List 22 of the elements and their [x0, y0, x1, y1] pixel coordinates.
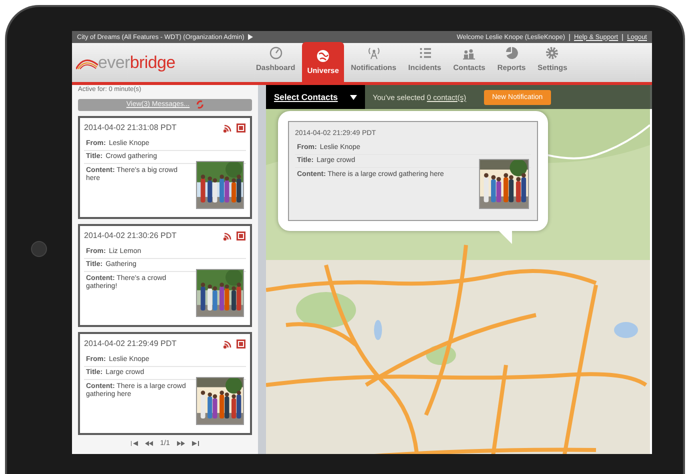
broadcast-icon: [223, 122, 233, 132]
broadcast-icon: [223, 230, 233, 240]
panel-splitter[interactable]: [258, 85, 266, 454]
message-time: 2014-04-02 21:29:49 PDT: [84, 339, 177, 348]
list-icon: [418, 46, 432, 60]
previous-page-icon: [145, 440, 154, 446]
people-icon: [462, 46, 476, 60]
next-page-icon: [176, 440, 185, 446]
antenna-icon: [366, 46, 381, 60]
first-page-icon: [131, 440, 138, 446]
message-time: 2014-04-02 21:30:26 PDT: [84, 231, 177, 240]
globe-icon: [316, 49, 330, 63]
broadcast-icon: [223, 338, 233, 348]
last-page-icon: [192, 440, 199, 446]
gauge-icon: [268, 46, 283, 60]
settings-icon: [545, 46, 560, 60]
home-button[interactable]: [31, 241, 47, 257]
logo: everbridge: [76, 52, 176, 72]
caret-icon: [248, 34, 254, 40]
pie-chart-icon: [504, 46, 518, 60]
refresh-icon: [196, 100, 204, 109]
message-time: 2014-04-02 21:31:08 PDT: [84, 123, 177, 132]
